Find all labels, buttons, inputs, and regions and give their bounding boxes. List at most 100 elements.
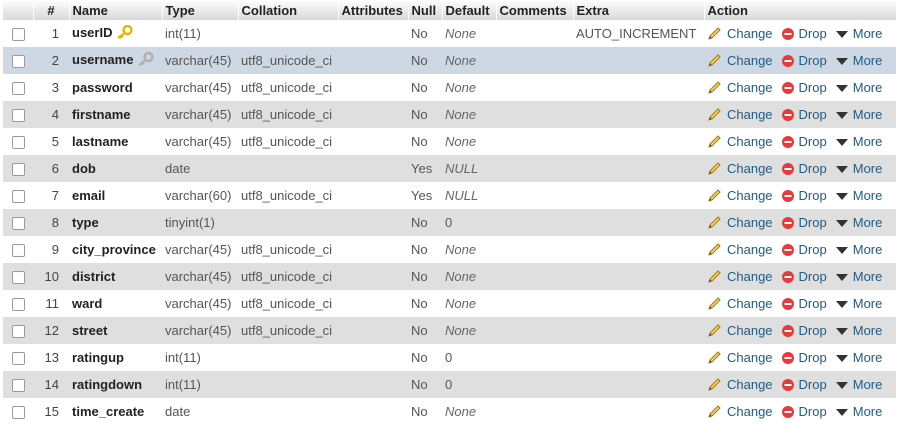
more-link[interactable]: More [835, 188, 882, 203]
table-row[interactable]: 9 city_province varchar(45) utf8_unicode… [3, 236, 896, 263]
drop-link[interactable]: Drop [781, 242, 827, 257]
drop-link[interactable]: Drop [781, 350, 827, 365]
cell-null: No [408, 290, 442, 317]
cell-extra: AUTO_INCREMENT [573, 20, 704, 47]
row-checkbox[interactable] [11, 298, 25, 312]
table-row[interactable]: 14 ratingdown int(11) No 0 Change Drop M… [3, 371, 896, 398]
header-comments[interactable]: Comments [496, 0, 574, 20]
table-row[interactable]: 7 email varchar(60) utf8_unicode_ci Yes … [3, 182, 896, 209]
more-link[interactable]: More [835, 53, 882, 68]
drop-link[interactable]: Drop [781, 215, 827, 230]
drop-icon [781, 270, 794, 283]
table-row[interactable]: 15 time_create date No None Change Drop [3, 398, 896, 425]
change-link[interactable]: Change [707, 26, 773, 41]
more-link[interactable]: More [835, 26, 882, 41]
drop-link[interactable]: Drop [781, 377, 827, 392]
more-link[interactable]: More [835, 296, 882, 311]
column-name: firstname [72, 107, 131, 122]
row-checkbox[interactable] [11, 406, 25, 420]
row-checkbox-cell [3, 128, 33, 155]
cell-extra [573, 74, 704, 101]
change-link[interactable]: Change [707, 269, 773, 284]
cell-collation [238, 344, 338, 371]
cell-actions: Change Drop More [704, 398, 896, 425]
more-link[interactable]: More [835, 323, 882, 338]
more-link[interactable]: More [835, 350, 882, 365]
drop-link[interactable]: Drop [781, 296, 827, 311]
change-link[interactable]: Change [707, 377, 773, 392]
drop-link[interactable]: Drop [781, 269, 827, 284]
table-row[interactable]: 5 lastname varchar(45) utf8_unicode_ci N… [3, 128, 896, 155]
header-num[interactable]: # [33, 0, 70, 20]
drop-link[interactable]: Drop [781, 107, 827, 122]
pencil-icon [708, 242, 721, 256]
row-checkbox[interactable] [11, 28, 25, 42]
change-link[interactable]: Change [707, 134, 773, 149]
more-link[interactable]: More [835, 242, 882, 257]
triangle-down-icon [835, 354, 848, 362]
header-extra[interactable]: Extra [573, 0, 705, 20]
row-checkbox[interactable] [11, 379, 25, 393]
change-link[interactable]: Change [707, 53, 773, 68]
change-link[interactable]: Change [707, 188, 773, 203]
change-link[interactable]: Change [707, 296, 773, 311]
change-link[interactable]: Change [707, 215, 773, 230]
table-row[interactable]: 13 ratingup int(11) No 0 Change Drop Mor… [3, 344, 896, 371]
table-row[interactable]: 4 firstname varchar(45) utf8_unicode_ci … [3, 101, 896, 128]
cell-actions: Change Drop More [704, 101, 896, 128]
more-link[interactable]: More [835, 215, 882, 230]
change-link[interactable]: Change [707, 350, 773, 365]
row-checkbox[interactable] [11, 190, 25, 204]
change-link[interactable]: Change [707, 107, 773, 122]
table-row[interactable]: 8 type tinyint(1) No 0 Change Drop More [3, 209, 896, 236]
table-row[interactable]: 1 userID int(11) No None AUTO_INCREMENT … [3, 20, 896, 47]
table-row[interactable]: 6 dob date Yes NULL Change Drop More [3, 155, 896, 182]
row-checkbox[interactable] [11, 55, 25, 69]
drop-link[interactable]: Drop [781, 161, 827, 176]
row-checkbox[interactable] [11, 109, 25, 123]
drop-link[interactable]: Drop [781, 26, 827, 41]
drop-link[interactable]: Drop [781, 53, 827, 68]
cell-name: email [69, 182, 162, 209]
more-link[interactable]: More [835, 134, 882, 149]
header-null[interactable]: Null [408, 0, 443, 20]
row-checkbox[interactable] [11, 82, 25, 96]
row-checkbox[interactable] [11, 217, 25, 231]
drop-link[interactable]: Drop [781, 188, 827, 203]
header-type[interactable]: Type [162, 0, 239, 20]
header-attributes[interactable]: Attributes [338, 0, 409, 20]
more-link[interactable]: More [835, 269, 882, 284]
table-row[interactable]: 10 district varchar(45) utf8_unicode_ci … [3, 263, 896, 290]
drop-link[interactable]: Drop [781, 134, 827, 149]
more-link[interactable]: More [835, 404, 882, 419]
drop-link[interactable]: Drop [781, 80, 827, 95]
row-checkbox[interactable] [11, 325, 25, 339]
cell-comments [496, 317, 573, 344]
cell-num: 6 [33, 155, 69, 182]
table-row[interactable]: 12 street varchar(45) utf8_unicode_ci No… [3, 317, 896, 344]
change-link[interactable]: Change [707, 242, 773, 257]
change-link[interactable]: Change [707, 80, 773, 95]
change-link[interactable]: Change [707, 323, 773, 338]
header-name[interactable]: Name [69, 0, 163, 20]
cell-default: None [442, 101, 496, 128]
more-link[interactable]: More [835, 80, 882, 95]
cell-default: None [442, 317, 496, 344]
table-row[interactable]: 3 password varchar(45) utf8_unicode_ci N… [3, 74, 896, 101]
row-checkbox[interactable] [11, 136, 25, 150]
row-checkbox[interactable] [11, 163, 25, 177]
table-row[interactable]: 2 username varchar(45) utf8_unicode_ci N… [3, 47, 896, 74]
more-link[interactable]: More [835, 107, 882, 122]
table-row[interactable]: 11 ward varchar(45) utf8_unicode_ci No N… [3, 290, 896, 317]
drop-link[interactable]: Drop [781, 323, 827, 338]
header-default[interactable]: Default [442, 0, 497, 20]
more-link[interactable]: More [835, 161, 882, 176]
row-checkbox[interactable] [11, 352, 25, 366]
drop-link[interactable]: Drop [781, 404, 827, 419]
header-collation[interactable]: Collation [238, 0, 339, 20]
change-link[interactable]: Change [707, 161, 773, 176]
change-link[interactable]: Change [707, 404, 773, 419]
more-link[interactable]: More [835, 377, 882, 392]
row-checkbox[interactable] [11, 244, 25, 258]
row-checkbox[interactable] [11, 271, 25, 285]
